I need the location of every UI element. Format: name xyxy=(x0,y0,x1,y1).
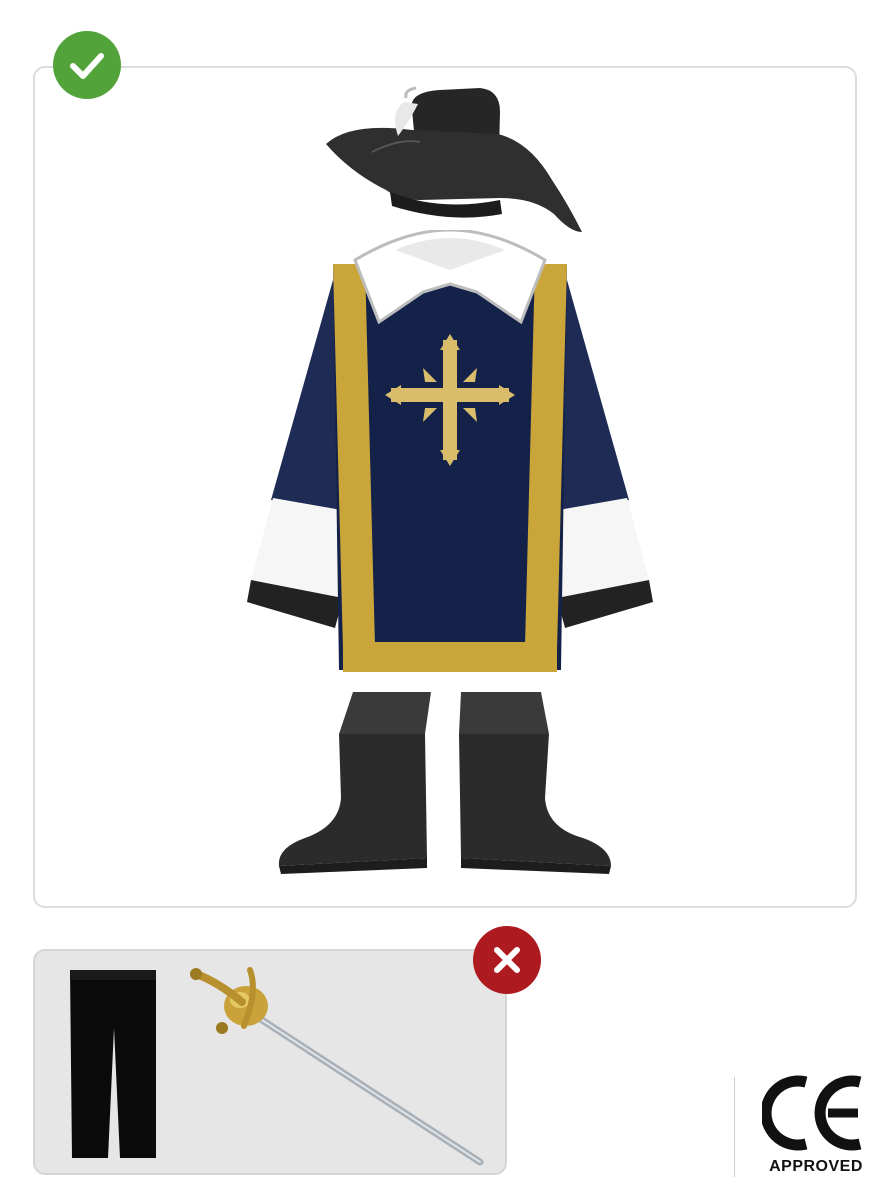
ce-approved-label: APPROVED xyxy=(769,1158,863,1175)
tunic-icon xyxy=(247,230,653,672)
hat-icon xyxy=(326,86,582,232)
boot-cover-icon xyxy=(278,692,611,874)
checkmark-icon xyxy=(70,53,104,79)
cross-icon xyxy=(494,947,520,973)
ce-mark-icon xyxy=(762,1075,862,1151)
ce-divider xyxy=(734,1077,735,1177)
included-badge xyxy=(53,31,121,99)
sword-icon xyxy=(190,967,484,1166)
trousers-icon xyxy=(70,970,156,1158)
